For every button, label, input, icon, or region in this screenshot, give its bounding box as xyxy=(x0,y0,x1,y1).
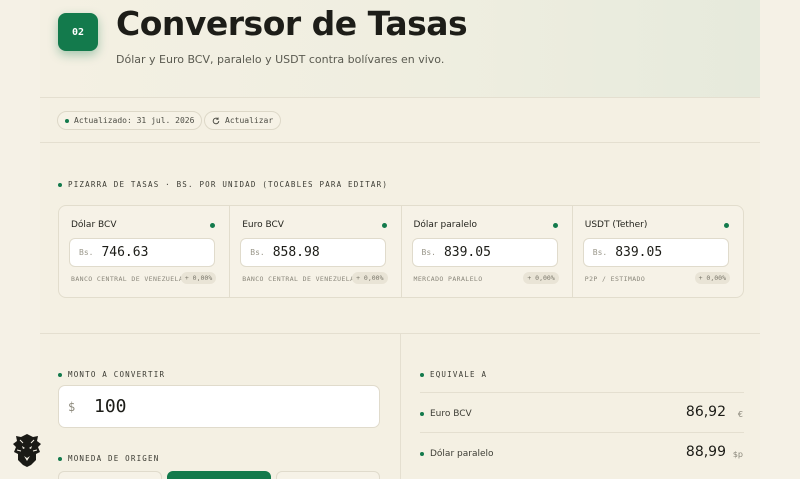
status-bar: Actualizado: 31 jul. 2026 Actualizar xyxy=(40,99,760,143)
updated-label: Actualizado: 31 jul. 2026 xyxy=(74,116,195,125)
page-header: 02 Conversor de Tasas Dólar y Euro BCV, … xyxy=(40,0,760,98)
section-dot-icon xyxy=(58,372,62,377)
equivalent-value: 88,99 xyxy=(685,444,726,460)
origin-option-2[interactable] xyxy=(167,471,271,479)
rate-name: Dólar BCV xyxy=(71,220,117,230)
origin-option-1[interactable] xyxy=(58,471,162,479)
rate-name: Euro BCV xyxy=(242,220,284,230)
section-dot-icon xyxy=(58,456,62,461)
step-badge: 02 xyxy=(58,13,98,51)
live-dot-icon xyxy=(210,223,216,228)
equivalents-label: EQUIVALE A xyxy=(430,370,488,379)
rate-prefix: Bs. xyxy=(592,248,608,257)
equivalent-label: Euro BCV xyxy=(430,409,472,419)
equivalent-name: Euro BCV xyxy=(420,409,472,419)
rates-section-label: PIZARRA DE TASAS · BS. POR UNIDAD (TOCAB… xyxy=(58,180,388,189)
rate-value: 839.05 xyxy=(443,245,491,260)
rate-value: 746.63 xyxy=(101,245,149,260)
rate-card-usdt: USDT (Tether) Bs. 839.05 P2P / ESTIMADO … xyxy=(573,206,743,297)
rates-board: Dólar BCV Bs. 746.63 BANCO CENTRAL DE VE… xyxy=(58,205,744,298)
rate-input-euro-bcv[interactable]: Bs. 858.98 xyxy=(240,238,387,267)
rate-change-badge: + 0,00% xyxy=(352,272,388,284)
live-dot-icon xyxy=(381,223,387,228)
amount-prefix: $ xyxy=(68,399,76,414)
bullet-dot-icon xyxy=(420,412,424,416)
live-dot-icon xyxy=(552,223,558,228)
origin-label: MONEDA DE ORIGEN xyxy=(68,454,160,463)
rate-card-euro-bcv: Euro BCV Bs. 858.98 BANCO CENTRAL DE VEN… xyxy=(230,206,402,297)
live-dot-icon xyxy=(724,223,729,228)
rate-source: MERCADO PARALELO xyxy=(413,275,483,283)
rate-value: 839.05 xyxy=(615,245,663,260)
rate-card-dolar-paralelo: Dólar paralelo Bs. 839.05 MERCADO PARALE… xyxy=(402,206,573,297)
section-dot-icon xyxy=(58,182,62,187)
amount-value: 100 xyxy=(94,396,127,417)
rate-name: Dólar paralelo xyxy=(413,220,478,230)
rate-prefix: Bs. xyxy=(79,248,94,257)
equivalent-name: Dólar paralelo xyxy=(420,449,494,459)
page-subtitle: Dólar y Euro BCV, paralelo y USDT contra… xyxy=(116,53,445,66)
rate-change-badge: + 0,00% xyxy=(523,272,559,284)
status-dot-icon xyxy=(65,118,69,123)
rate-card-dolar-bcv: Dólar BCV Bs. 746.63 BANCO CENTRAL DE VE… xyxy=(59,206,231,297)
refresh-label: Actualizar xyxy=(225,116,274,125)
rate-input-dolar-paralelo[interactable]: Bs. 839.05 xyxy=(411,238,558,267)
origin-section-label: MONEDA DE ORIGEN xyxy=(58,454,159,463)
equivalent-symbol: € xyxy=(737,410,743,419)
refresh-button[interactable]: Actualizar xyxy=(204,111,282,130)
rate-change-badge: + 0,00% xyxy=(180,272,217,284)
equivalent-value: 86,92 xyxy=(685,404,726,420)
page-title: Conversor de Tasas xyxy=(116,4,468,43)
equivalent-symbol: $p xyxy=(732,450,743,459)
section-dot-icon xyxy=(420,372,424,377)
equivalent-label: Dólar paralelo xyxy=(430,449,494,459)
amount-input[interactable]: $ 100 xyxy=(58,385,380,428)
rate-prefix: Bs. xyxy=(421,248,436,257)
rate-input-dolar-bcv[interactable]: Bs. 746.63 xyxy=(69,238,215,267)
updated-badge: Actualizado: 31 jul. 2026 xyxy=(57,111,203,130)
amount-label: MONTO A CONVERTIR xyxy=(68,370,166,379)
rate-value: 858.98 xyxy=(272,245,320,260)
bullet-dot-icon xyxy=(420,452,424,456)
rate-source: P2P / ESTIMADO xyxy=(584,275,646,283)
converter-panel: MONTO A CONVERTIR $ 100 MONEDA DE ORIGEN… xyxy=(40,333,760,479)
rates-section-title: PIZARRA DE TASAS · BS. POR UNIDAD (TOCAB… xyxy=(68,180,389,189)
origin-option-3[interactable] xyxy=(276,471,380,479)
equivalent-row-euro-bcv: Euro BCV 86,92 € xyxy=(420,392,744,434)
equivalent-row-dolar-paralelo: Dólar paralelo 88,99 $p xyxy=(420,432,744,474)
rate-source: BANCO CENTRAL DE VENEZUELA xyxy=(71,275,184,283)
refresh-icon xyxy=(212,116,220,124)
rate-name: USDT (Tether) xyxy=(584,220,648,230)
rate-input-usdt[interactable]: Bs. 839.05 xyxy=(582,238,729,267)
rate-change-badge: + 0,00% xyxy=(694,272,730,284)
panel-divider xyxy=(400,334,401,479)
lion-head-icon xyxy=(13,434,41,467)
rate-prefix: Bs. xyxy=(250,248,265,257)
amount-section-label: MONTO A CONVERTIR xyxy=(58,370,165,379)
converter-page: 02 Conversor de Tasas Dólar y Euro BCV, … xyxy=(40,0,760,479)
equivalents-section-label: EQUIVALE A xyxy=(420,370,487,379)
rate-source: BANCO CENTRAL DE VENEZUELA xyxy=(242,275,355,283)
